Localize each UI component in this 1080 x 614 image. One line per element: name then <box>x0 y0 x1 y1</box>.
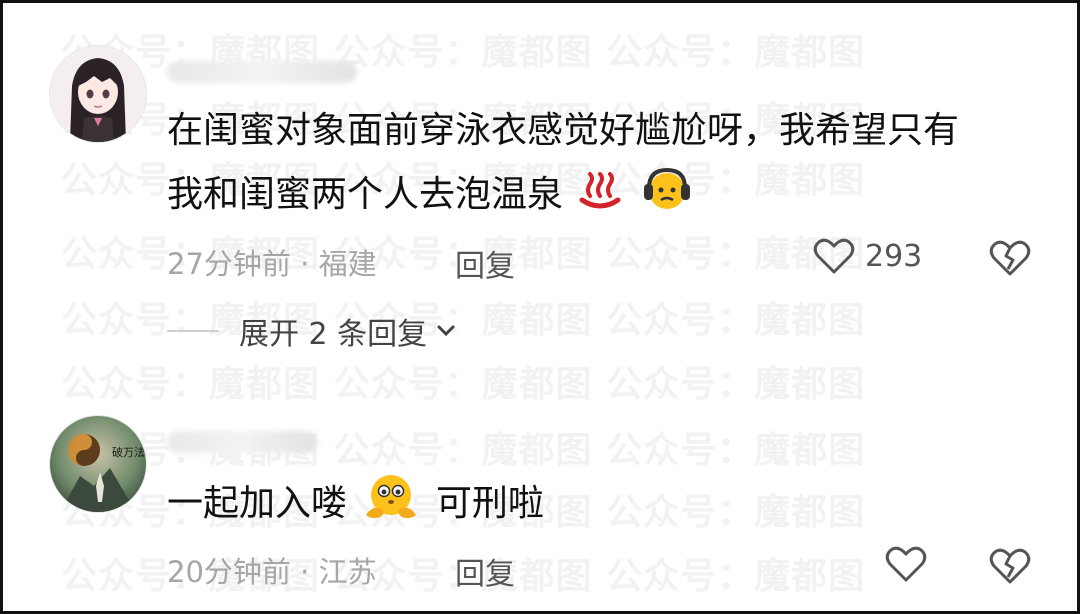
divider-line <box>167 330 219 332</box>
like-button[interactable]: 293 <box>813 237 922 275</box>
comment-text: 一起加入喽 可刑啦 <box>167 471 1047 542</box>
comment-location: 福建 <box>318 247 377 281</box>
comment-time: 20分钟前 <box>167 555 291 589</box>
comment-meta: 20分钟前 · 江苏 <box>167 549 377 591</box>
meta-separator: · <box>290 247 319 281</box>
comment-text-segment: 可刑啦 <box>435 483 544 524</box>
watermark-text: 公众号：魔都图 公众号：魔都图 公众号：魔都图 <box>61 364 866 405</box>
hot-springs-icon <box>578 169 622 233</box>
comment-text-segment: 我和闺蜜两个人去泡温泉 <box>167 174 564 215</box>
comment-text-segment: 一起加入喽 <box>167 483 348 524</box>
heart-icon <box>885 546 927 582</box>
reply-button[interactable]: 回复 <box>455 549 515 593</box>
broken-heart-icon <box>989 548 1031 584</box>
comment-text: 在闺蜜对象面前穿泳衣感觉好尴尬呀，我希望只有 我和闺蜜两个人去泡温泉 <box>167 99 1047 233</box>
heart-icon <box>813 238 855 274</box>
comment-text-line: 我和闺蜜两个人去泡温泉 <box>167 163 1047 233</box>
dislike-button[interactable] <box>989 239 1031 281</box>
username-blurred[interactable] <box>167 431 317 453</box>
comment-location: 江苏 <box>318 555 377 589</box>
comment-time: 27分钟前 <box>167 247 291 281</box>
username-blurred[interactable] <box>167 61 357 83</box>
avatar-text: 破万法 <box>112 445 145 459</box>
headphones-face-icon <box>642 166 692 233</box>
dislike-button[interactable] <box>989 547 1031 589</box>
chevron-down-icon <box>437 325 455 337</box>
reply-button[interactable]: 回复 <box>455 241 515 285</box>
comment-meta: 27分钟前 · 福建 <box>167 241 377 283</box>
broken-heart-icon <box>989 240 1031 276</box>
avatar[interactable] <box>49 45 147 143</box>
like-button[interactable] <box>885 545 937 583</box>
shy-face-icon <box>362 471 420 542</box>
expand-replies-label: 展开 2 条回复 <box>239 317 428 352</box>
comment-text-line: 在闺蜜对象面前穿泳衣感觉好尴尬呀，我希望只有 <box>167 110 960 151</box>
martial-arts-avatar-icon: 破万法 <box>50 416 146 512</box>
anime-girl-avatar-icon <box>50 46 146 142</box>
comment-panel: 公众号：魔都图 公众号：魔都图 公众号：魔都图 公众号：魔都图 公众号：魔都图 … <box>0 0 1080 614</box>
avatar[interactable]: 破万法 <box>49 415 147 513</box>
like-count: 293 <box>865 238 923 274</box>
expand-replies-button[interactable]: 展开 2 条回复 <box>167 309 459 353</box>
meta-separator: · <box>290 555 319 589</box>
